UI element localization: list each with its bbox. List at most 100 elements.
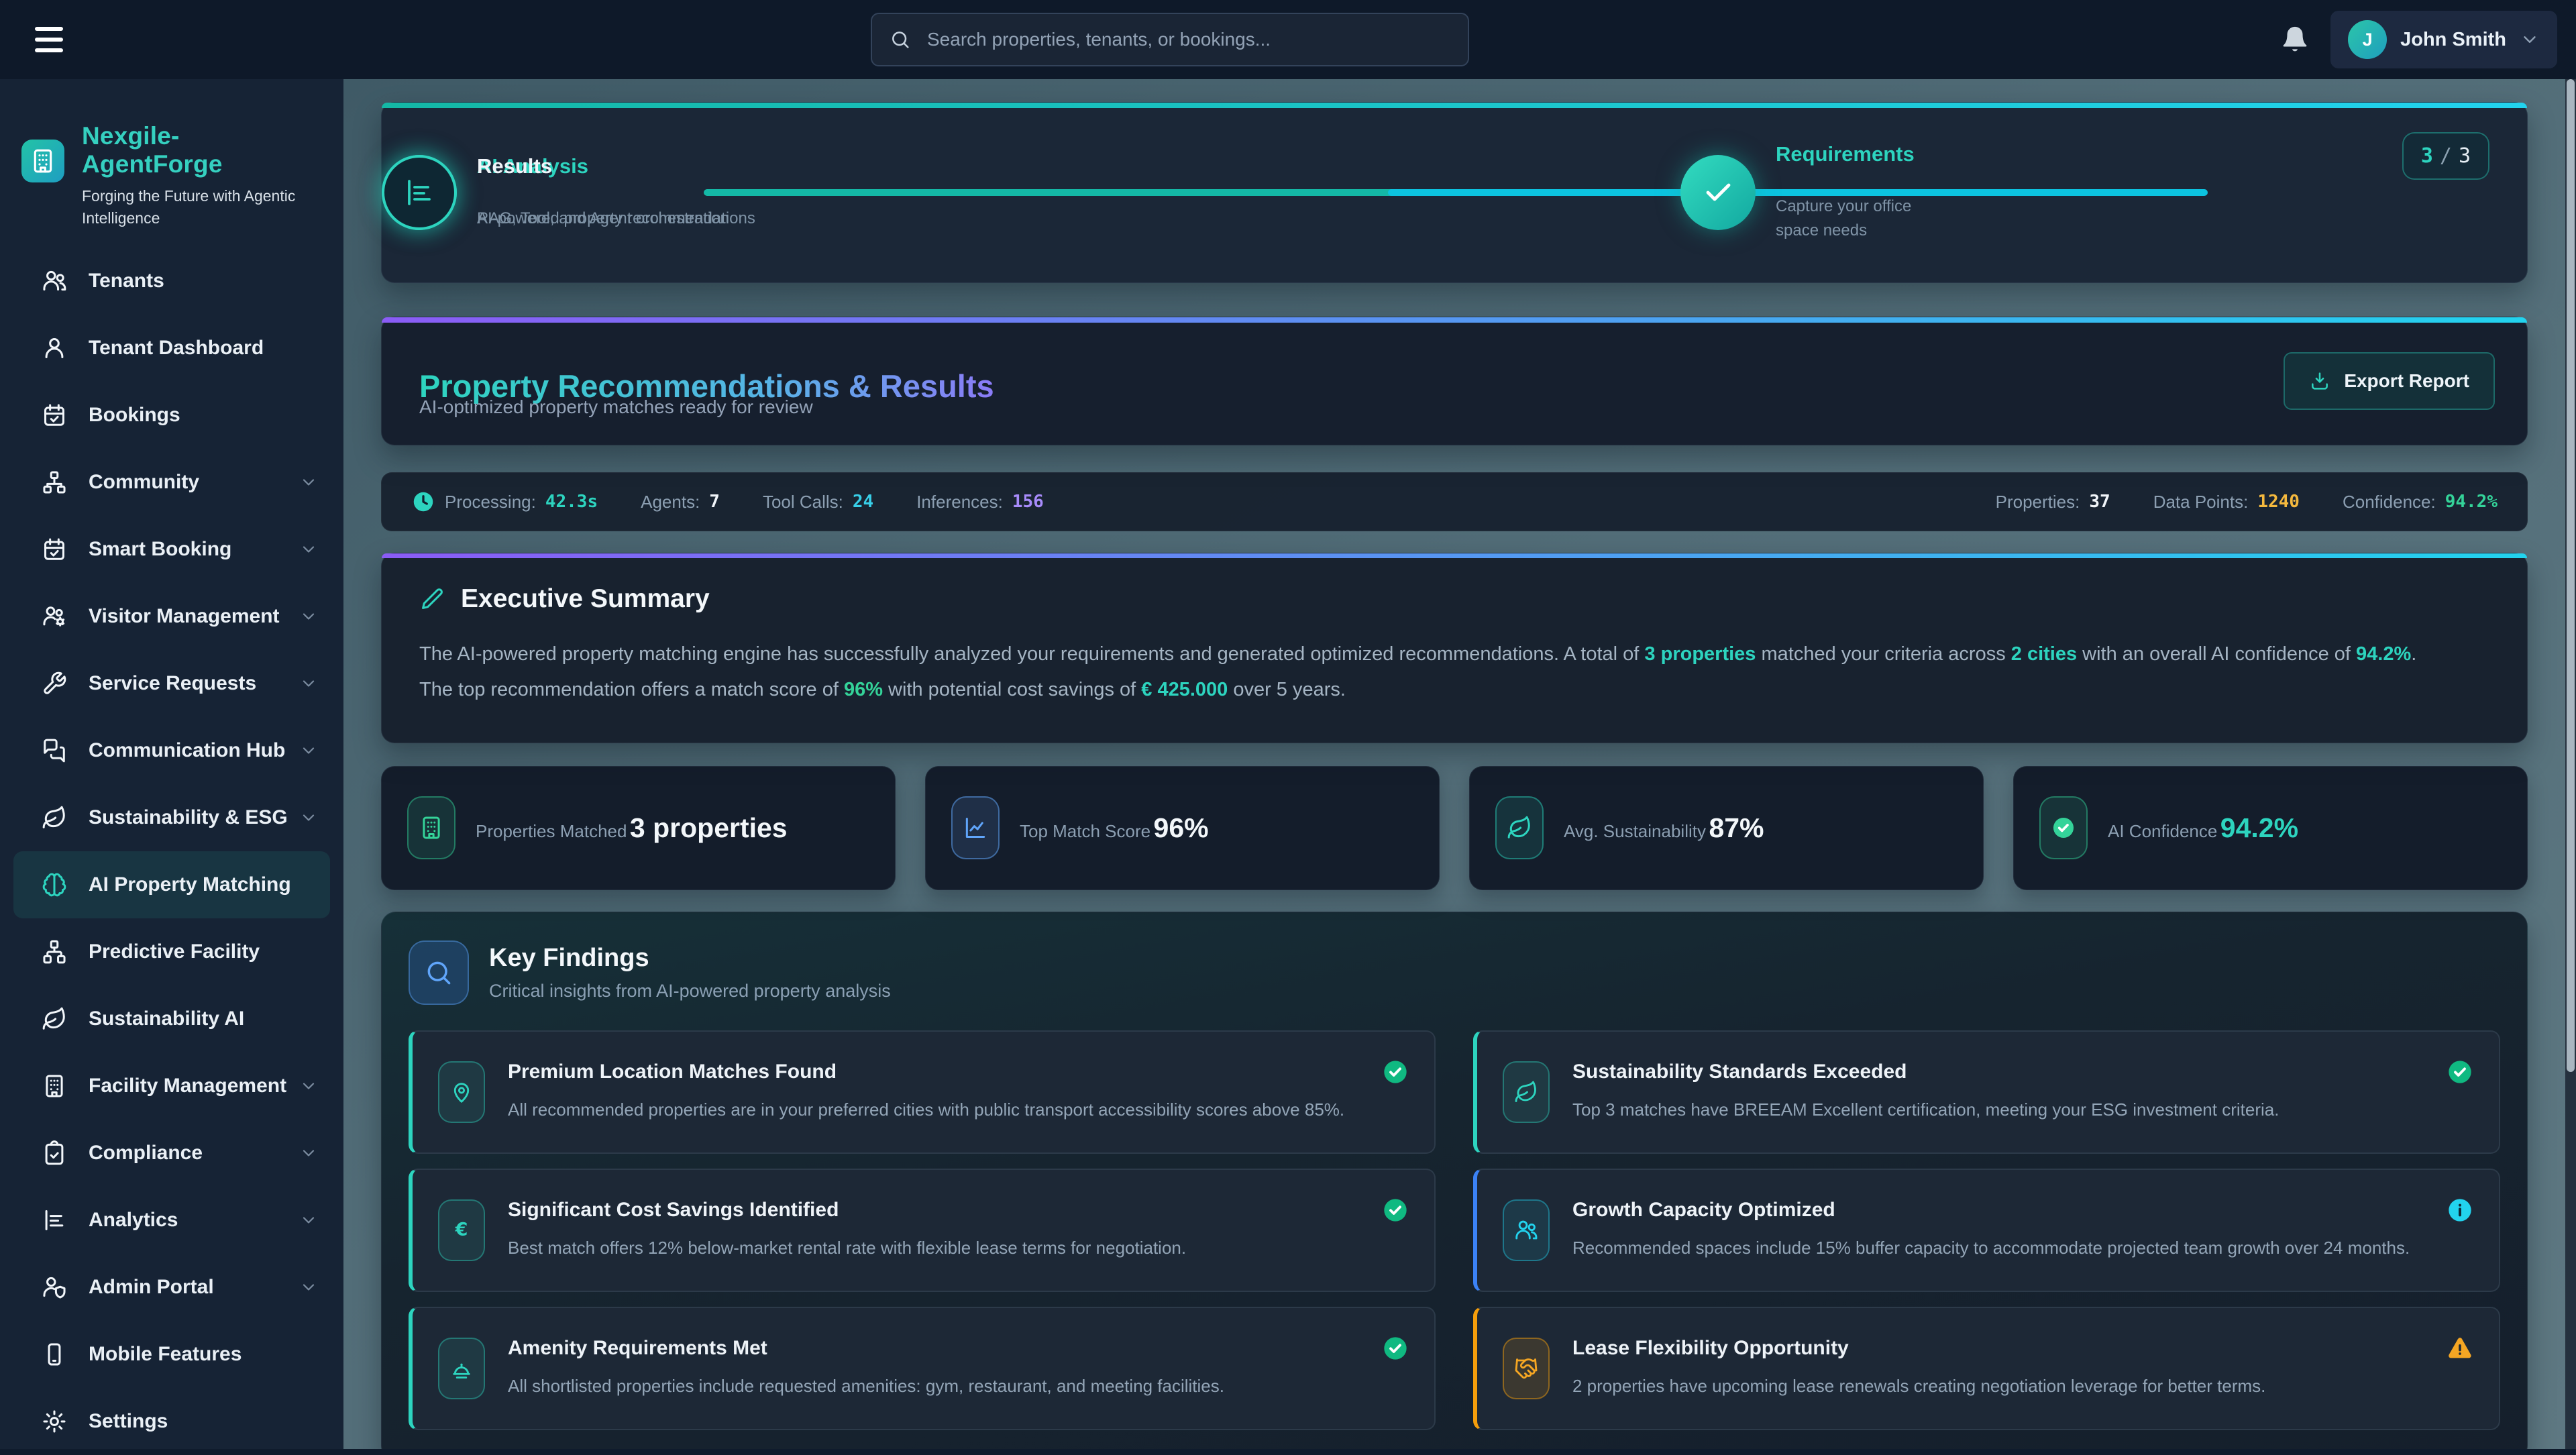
- summary-highlight: € 425.000: [1141, 679, 1228, 700]
- finding-title: Sustainability Standards Exceeded: [1572, 1061, 2424, 1083]
- sidebar-item-label: Mobile Features: [89, 1343, 241, 1366]
- wizard-step-results[interactable]: Results AI-powered property recommendati…: [382, 103, 755, 282]
- sitemap-icon: [42, 470, 67, 495]
- chevron-down-icon: [299, 674, 318, 693]
- topbar: J John Smith: [0, 0, 2576, 79]
- sidebar-item-bookings[interactable]: Bookings: [13, 382, 330, 449]
- stat-label: Inferences:: [916, 492, 1003, 513]
- stat-inline: Tool Calls: 24: [763, 492, 873, 513]
- stat-inline: Agents: 7: [641, 492, 720, 513]
- brand: Nexgile-AgentForge Forging the Future wi…: [0, 79, 343, 230]
- summary-line: The AI-powered property matching engine …: [419, 637, 2489, 672]
- sidebar-item-smart-booking[interactable]: Smart Booking: [13, 516, 330, 583]
- header-accent-line: [382, 317, 2527, 323]
- leaf-icon: [1507, 815, 1532, 841]
- stat-value: 156: [1012, 492, 1044, 512]
- search-input[interactable]: [926, 28, 1450, 51]
- sidebar-item-analytics[interactable]: Analytics: [13, 1187, 330, 1254]
- scrollbar-thumb[interactable]: [2567, 79, 2575, 1072]
- step-title: Results: [477, 154, 755, 178]
- sidebar-item-facility-management[interactable]: Facility Management: [13, 1053, 330, 1120]
- step-circle: [382, 155, 457, 230]
- sidebar-item-compliance[interactable]: Compliance: [13, 1120, 330, 1187]
- finding-description: 2 properties have upcoming lease renewal…: [1572, 1373, 2424, 1399]
- processing-stats-bar: Processing: 42.3s Agents: 7 Tool Calls: …: [381, 472, 2528, 531]
- sidebar-item-mobile-features[interactable]: Mobile Features: [13, 1321, 330, 1388]
- stat-label: Data Points:: [2153, 492, 2249, 513]
- map-pin-icon: [449, 1080, 474, 1104]
- stat-value: 7: [709, 492, 720, 512]
- summary-title: Executive Summary: [461, 584, 710, 614]
- sidebar-nav: Tenants Tenant Dashboard Bookings Commun…: [0, 248, 343, 1455]
- sidebar-item-visitor-management[interactable]: Visitor Management: [13, 583, 330, 650]
- finding-card-sustainability-standards-exceeded: Sustainability Standards Exceeded Top 3 …: [1473, 1030, 2500, 1154]
- svg-text:€: €: [455, 1219, 468, 1240]
- step-title: Requirements: [1776, 142, 1950, 166]
- building-icon: [42, 1073, 67, 1099]
- user-menu[interactable]: J John Smith: [2330, 11, 2557, 68]
- brand-logo-icon: [21, 140, 64, 182]
- sidebar-item-admin-portal[interactable]: Admin Portal: [13, 1254, 330, 1321]
- chevron-down-icon: [299, 607, 318, 626]
- stat-card-label: Top Match Score: [1020, 821, 1150, 841]
- mobile-icon: [42, 1342, 67, 1367]
- finding-description: All recommended properties are in your p…: [508, 1097, 1359, 1123]
- sidebar-item-settings[interactable]: Settings: [13, 1388, 330, 1455]
- scrollbar[interactable]: [2565, 79, 2576, 1449]
- users-icon: [42, 268, 67, 294]
- finding-title: Growth Capacity Optimized: [1572, 1199, 2424, 1222]
- finding-description: Recommended spaces include 15% buffer ca…: [1572, 1235, 2424, 1261]
- export-report-button[interactable]: Export Report: [2284, 352, 2495, 410]
- avatar: J: [2348, 20, 2387, 59]
- stat-card-ai-confidence: AI Confidence 94.2%: [2013, 766, 2528, 890]
- progress-badge: 3/3: [2402, 132, 2489, 180]
- sidebar-item-ai-property-matching[interactable]: AI Property Matching: [13, 851, 330, 918]
- chevron-down-icon: [2520, 30, 2540, 50]
- sidebar-item-label: AI Property Matching: [89, 873, 291, 896]
- sidebar-item-label: Tenant Dashboard: [89, 337, 264, 360]
- finding-card-growth-capacity-optimized: Growth Capacity Optimized Recommended sp…: [1473, 1169, 2500, 1292]
- brain-icon: [42, 872, 67, 898]
- sidebar-item-predictive-facility[interactable]: Predictive Facility: [13, 918, 330, 985]
- sidebar-item-label: Service Requests: [89, 672, 256, 695]
- summary-highlight: 3 properties: [1644, 643, 1756, 665]
- stepper-track: [704, 189, 1395, 196]
- key-findings-card: Key Findings Critical insights from AI-p…: [381, 912, 2528, 1449]
- sidebar-item-label: Tenants: [89, 270, 164, 292]
- euro-icon: €: [449, 1218, 474, 1242]
- wizard-step-requirements[interactable]: Requirements Capture your office space n…: [1680, 103, 1950, 282]
- stat-value: 94.2%: [2445, 492, 2498, 512]
- leaf-icon: [42, 805, 67, 830]
- summary-line: The top recommendation offers a match sc…: [419, 672, 2489, 708]
- sidebar-item-sustainability-esg[interactable]: Sustainability & ESG: [13, 784, 330, 851]
- stats-group-left: Processing: 42.3s Agents: 7 Tool Calls: …: [411, 490, 1044, 514]
- search-bar[interactable]: [871, 13, 1469, 66]
- bell-icon[interactable]: [2279, 23, 2310, 56]
- finding-description: Best match offers 12% below-market renta…: [508, 1235, 1359, 1261]
- building-icon: [419, 815, 444, 841]
- circle-check-icon: [2051, 815, 2076, 841]
- brand-name: Nexgile-AgentForge: [82, 122, 319, 178]
- stat-inline: Properties: 37: [1996, 492, 2110, 513]
- stat-card-top-match-score: Top Match Score 96%: [925, 766, 1440, 890]
- sidebar-item-communication-hub[interactable]: Communication Hub: [13, 717, 330, 784]
- sidebar-item-community[interactable]: Community: [13, 449, 330, 516]
- sidebar-item-service-requests[interactable]: Service Requests: [13, 650, 330, 717]
- key-findings-subtitle: Critical insights from AI-powered proper…: [489, 981, 891, 1002]
- sidebar-item-sustainability-ai[interactable]: Sustainability AI: [13, 985, 330, 1053]
- findings-search-icon-box: [409, 940, 469, 1005]
- bell-concierge-icon: [449, 1356, 474, 1381]
- users-gear-icon: [42, 604, 67, 629]
- finding-card-premium-location-matches-found: Premium Location Matches Found All recom…: [409, 1030, 1436, 1154]
- stat-card-label: Avg. Sustainability: [1564, 821, 1706, 841]
- download-icon: [2309, 370, 2330, 392]
- menu-button[interactable]: [35, 27, 63, 52]
- finding-title: Significant Cost Savings Identified: [508, 1199, 1359, 1222]
- page-subtitle: AI-optimized property matches ready for …: [419, 396, 813, 418]
- stat-card-properties-matched: Properties Matched 3 properties: [381, 766, 896, 890]
- chevron-down-icon: [299, 1077, 318, 1095]
- chevron-down-icon: [299, 1278, 318, 1297]
- sidebar-item-tenant-dashboard[interactable]: Tenant Dashboard: [13, 315, 330, 382]
- finding-description: Top 3 matches have BREEAM Excellent cert…: [1572, 1097, 2424, 1123]
- sidebar-item-tenants[interactable]: Tenants: [13, 248, 330, 315]
